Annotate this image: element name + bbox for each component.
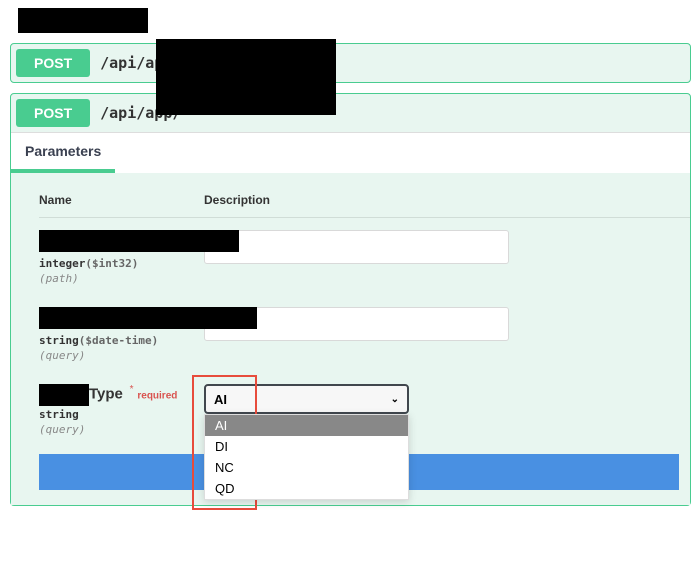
section-title-redacted xyxy=(18,8,148,33)
endpoint-header[interactable]: POST /api/app/ xyxy=(11,44,690,82)
param-format: ($int32) xyxy=(85,257,138,270)
param-input[interactable] xyxy=(204,230,509,264)
param-format: ($date-time) xyxy=(79,334,158,347)
param-type: string xyxy=(39,408,204,421)
param-label: string($date-time) (query) xyxy=(39,307,204,362)
chevron-down-icon: ⌄ xyxy=(391,394,399,405)
tabs-container: Parameters xyxy=(11,132,690,173)
param-row: Type * required string (query) AI ⌄ AI D… xyxy=(39,384,690,436)
param-name-suffix: Type xyxy=(89,386,123,403)
dropdown-option[interactable]: QD xyxy=(205,478,408,499)
required-text: required xyxy=(137,391,177,402)
param-name-redacted xyxy=(39,384,89,406)
dropdown-option[interactable]: DI xyxy=(205,436,408,457)
http-method-badge: POST xyxy=(16,49,90,77)
parameters-body: Name Description integer($int32) (path) … xyxy=(11,173,690,505)
select-value: AI xyxy=(214,392,227,407)
dropdown-option[interactable]: AI xyxy=(205,415,408,436)
param-row: integer($int32) (path) xyxy=(39,230,690,285)
redaction-overlay xyxy=(156,39,336,115)
param-location: (path) xyxy=(39,272,204,285)
tab-parameters[interactable]: Parameters xyxy=(11,133,115,173)
dropdown-list: AI DI NC QD xyxy=(204,414,409,500)
param-row: string($date-time) (query) xyxy=(39,307,690,362)
http-method-badge: POST xyxy=(16,99,90,127)
column-name-header: Name xyxy=(39,193,204,207)
column-headers: Name Description xyxy=(39,183,690,218)
param-name-redacted xyxy=(39,230,239,252)
endpoint-header[interactable]: POST /api/app/ xyxy=(11,94,690,132)
param-type: string xyxy=(39,334,79,347)
required-star: * xyxy=(127,384,134,395)
endpoint-expanded: POST /api/app/ Parameters Name Descripti… xyxy=(10,93,691,506)
endpoint-collapsed[interactable]: POST /api/app/ xyxy=(10,43,691,83)
dropdown-option[interactable]: NC xyxy=(205,457,408,478)
param-type: integer xyxy=(39,257,85,270)
param-label: integer($int32) (path) xyxy=(39,230,204,285)
param-location: (query) xyxy=(39,423,204,436)
param-name-redacted xyxy=(39,307,257,329)
column-description-header: Description xyxy=(204,193,270,207)
param-label: Type * required string (query) xyxy=(39,384,204,436)
select-container: AI ⌄ AI DI NC QD xyxy=(204,384,409,414)
param-select[interactable]: AI ⌄ xyxy=(204,384,409,414)
param-location: (query) xyxy=(39,349,204,362)
